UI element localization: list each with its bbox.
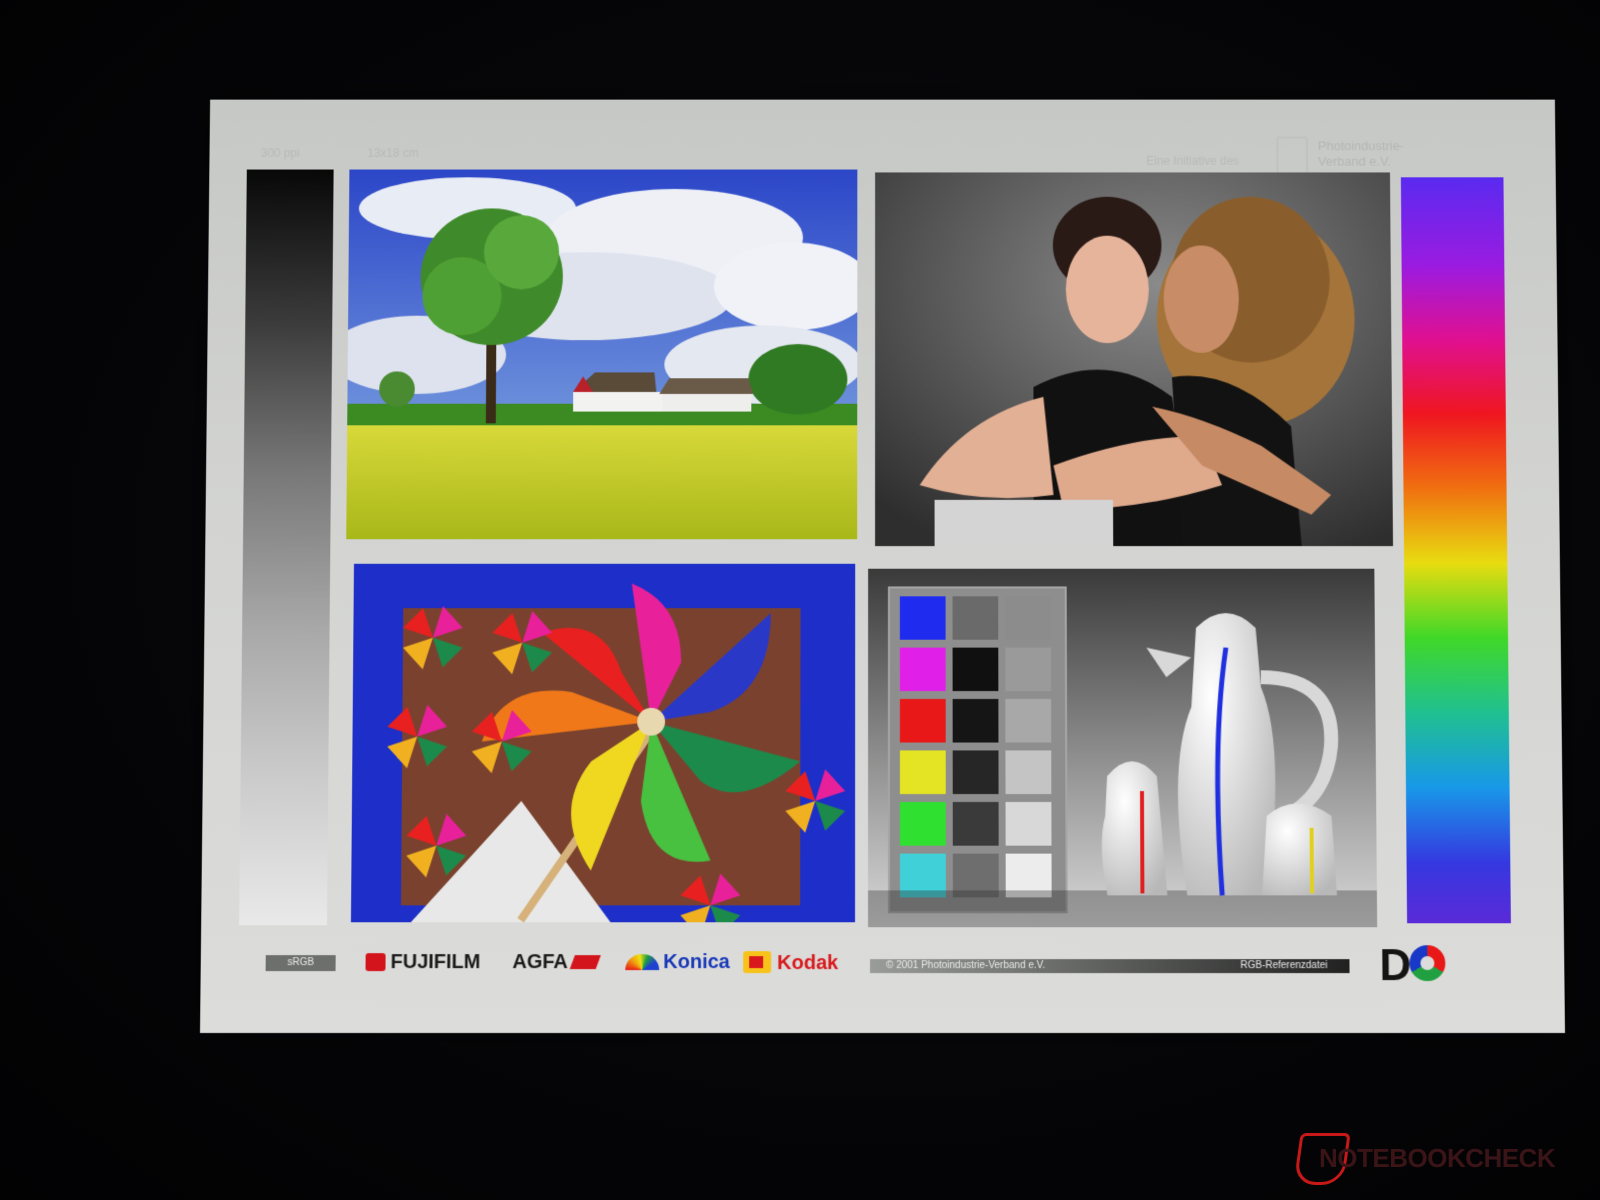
agfa-text: AGFA — [512, 951, 568, 974]
agfa-logo: AGFA — [512, 951, 601, 974]
print-size-label: 13x18 cm — [367, 146, 419, 160]
publisher-line-2: Verband e.V. — [1317, 153, 1391, 169]
do-logo: D — [1379, 941, 1459, 991]
portrait-photo — [875, 172, 1394, 547]
color-chart-photo — [868, 568, 1378, 928]
copyright-bar: © 2001 Photoindustrie-Verband e.V. RGB-R… — [870, 959, 1350, 974]
agfa-icon — [569, 955, 601, 970]
sheet-footer: sRGB FUJIFILM AGFA Konica Kodak © 2001 P… — [201, 941, 1565, 990]
reference-test-sheet: 300 ppi 13x18 cm Eine Initiative des Pho… — [200, 99, 1565, 1033]
notebookcheck-text: NOTEBOOKCHECK — [1319, 1143, 1556, 1173]
publisher-line-1: Photoindustrie- — [1317, 138, 1405, 154]
notebookcheck-watermark: NOTEBOOKCHECK — [1293, 1133, 1587, 1185]
monitor-screen: 300 ppi 13x18 cm Eine Initiative des Pho… — [0, 0, 1600, 1200]
do-letter-d: D — [1379, 941, 1412, 991]
pinwheel-photo — [350, 563, 856, 923]
konica-icon — [625, 954, 660, 971]
landscape-photo — [346, 169, 858, 540]
resolution-label: 300 ppi — [260, 146, 300, 160]
copyright-text: © 2001 Photoindustrie-Verband e.V. — [885, 960, 1046, 972]
do-color-ring-icon — [1409, 945, 1446, 982]
kodak-text: Kodak — [777, 952, 839, 975]
konica-logo: Konica — [625, 951, 730, 974]
kodak-icon — [743, 951, 772, 974]
fujifilm-icon — [365, 953, 386, 972]
kodak-logo: Kodak — [743, 951, 838, 975]
initiative-label: Eine Initiative des — [1146, 153, 1240, 168]
srgb-label: sRGB — [265, 955, 336, 972]
fujifilm-logo: FUJIFILM — [365, 951, 481, 974]
photoindustrie-logo: Photoindustrie- Verband e.V. — [1276, 136, 1424, 176]
spectrum-gradient-bar — [1400, 177, 1511, 924]
fujifilm-text: FUJIFILM — [390, 951, 481, 974]
konica-text: Konica — [663, 951, 730, 974]
grayscale-gradient-bar — [239, 169, 334, 926]
pv-mark-icon — [1276, 136, 1309, 176]
reference-file-text: RGB-Referenzdatei — [1240, 960, 1328, 972]
